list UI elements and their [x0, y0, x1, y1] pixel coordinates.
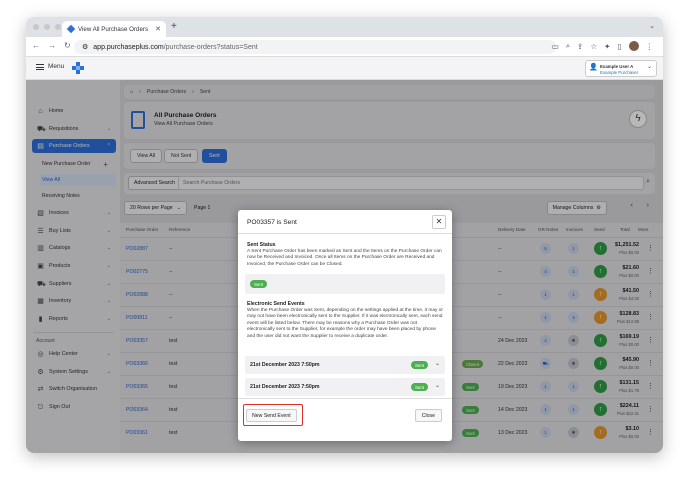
status-badge: Sent — [410, 383, 428, 391]
extensions-icon[interactable]: ✦ — [604, 42, 610, 51]
send-event-date: 21st December 2023 7:50pm — [250, 384, 320, 390]
new-tab-icon[interactable]: + — [171, 21, 177, 32]
chevron-down-icon[interactable]: ⌄ — [435, 360, 440, 367]
forward-icon[interactable]: → — [48, 41, 56, 50]
close-icon[interactable]: ✕ — [432, 215, 446, 229]
sidepanel-icon[interactable]: ▯ — [617, 42, 621, 51]
browser-menu-icon[interactable]: ⋮ — [646, 42, 654, 51]
po-status-modal: PO03357 is Sent ✕ Sent Status A Sent Pur… — [238, 210, 452, 441]
hamburger-icon — [36, 63, 44, 70]
chevron-down-icon: ⌄ — [646, 64, 652, 70]
purchaseplus-logo[interactable] — [72, 62, 84, 74]
bookmark-icon[interactable]: ☆ — [590, 42, 597, 51]
user-icon: 👤 — [589, 64, 598, 71]
status-badge: Sent — [410, 361, 428, 369]
profile-avatar[interactable] — [628, 41, 639, 51]
modal-backdrop[interactable]: PO03357 is Sent ✕ Sent Status A Sent Pur… — [26, 80, 663, 453]
status-box: Sent — [245, 274, 445, 294]
electronic-send-events-heading: Electronic Send Events — [247, 301, 305, 307]
send-event-row[interactable]: 21st December 2023 7:50pm Sent ⌄ — [245, 378, 445, 396]
send-event-date: 21st December 2023 7:50pm — [250, 362, 320, 368]
favicon-icon — [66, 24, 76, 34]
address-bar: ← → ↻ ⚙ app.purchaseplus.com/purchase-or… — [26, 37, 663, 57]
tab-bar: View All Purchase Orders ✕ + ⌄ — [26, 17, 663, 37]
share-icon[interactable]: ⇪ — [577, 42, 583, 51]
window-controls[interactable] — [33, 24, 61, 30]
chevron-down-icon[interactable]: ⌄ — [435, 382, 440, 389]
url-host: app.purchaseplus.com — [93, 43, 164, 51]
modal-footer-divider — [238, 398, 452, 399]
user-menu[interactable]: 👤 Example User A Example Purchaser ⌄ — [585, 60, 657, 77]
tab-close-icon[interactable]: ✕ — [155, 25, 161, 33]
sent-status-heading: Sent Status — [247, 242, 276, 248]
url-path: /purchase-orders?status=Sent — [163, 43, 258, 51]
modal-title: PO03357 is Sent — [247, 219, 297, 226]
browser-window: View All Purchase Orders ✕ + ⌄ ← → ↻ ⚙ a… — [26, 17, 663, 453]
zoom-icon[interactable]: ⌕ — [566, 41, 570, 51]
reload-icon[interactable]: ↻ — [64, 41, 71, 50]
site-info-icon[interactable]: ⚙ — [82, 43, 88, 51]
new-send-event-button[interactable]: New Send Event — [246, 409, 297, 422]
cast-icon[interactable]: ▭ — [552, 42, 559, 51]
status-badge: Sent — [250, 280, 268, 288]
url-field[interactable]: ⚙ app.purchaseplus.com/purchase-orders?s… — [74, 40, 556, 54]
back-icon[interactable]: ← — [32, 41, 40, 50]
app-header: Menu 👤 Example User A Example Purchaser … — [26, 57, 663, 80]
send-event-row[interactable]: 21st December 2023 7:50pm Sent ⌄ — [245, 356, 445, 374]
browser-tab[interactable]: View All Purchase Orders ✕ — [62, 21, 166, 37]
tab-list-icon[interactable]: ⌄ — [649, 22, 655, 30]
electronic-send-events-description: When the Purchase Order was Sent, depend… — [247, 308, 443, 339]
modal-header: PO03357 is Sent ✕ — [238, 210, 452, 234]
tab-title: View All Purchase Orders — [78, 25, 149, 33]
sent-status-description: A Sent Purchase Order has been marked as… — [247, 249, 442, 267]
close-button[interactable]: Close — [414, 409, 442, 422]
menu-label: Menu — [48, 63, 65, 70]
menu-button[interactable]: Menu — [36, 63, 64, 70]
